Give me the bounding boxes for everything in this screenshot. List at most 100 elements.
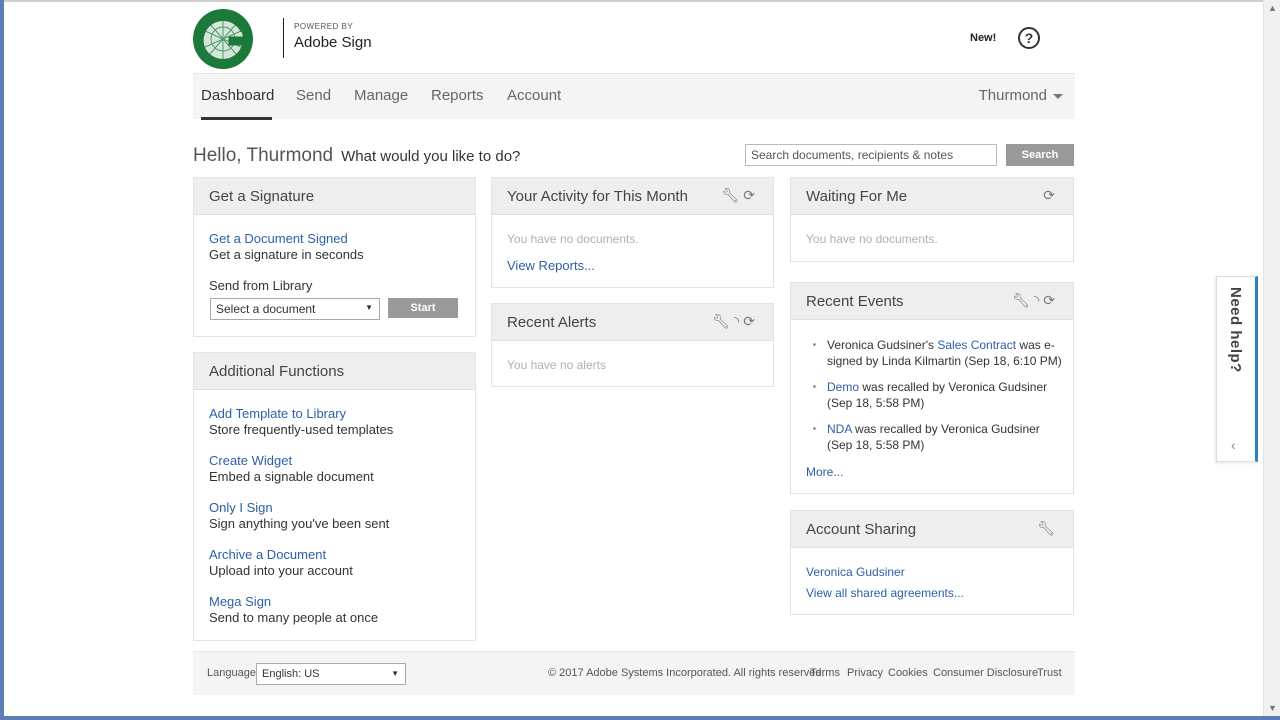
language-value: English: US (262, 668, 320, 680)
wrench-icon[interactable]: 🔧︎ (1037, 520, 1059, 537)
event-document-link[interactable]: Demo (827, 380, 859, 394)
waiting-empty-text: You have no documents. (806, 232, 938, 246)
nav-account[interactable]: Account (507, 87, 561, 104)
active-tab-indicator (201, 117, 272, 120)
view-reports-link[interactable]: View Reports... (507, 258, 595, 273)
list-item: NDA was recalled by Veronica Gudsiner (S… (813, 421, 1063, 453)
only-i-sign-desc: Sign anything you've been sent (209, 516, 390, 531)
greeting-hello: Hello, Thurmond (193, 145, 334, 166)
archive-document-link[interactable]: Archive a Document (209, 547, 326, 562)
alerts-panel: Recent Alerts 🔧︎◝⟳ You have no alerts (491, 303, 774, 387)
alerts-empty-text: You have no alerts (507, 358, 606, 372)
refresh-icon[interactable]: ⟳ (1043, 187, 1059, 204)
nav-dashboard[interactable]: Dashboard (201, 87, 274, 104)
greeting-row: Hello, Thurmond What would you like to do… (193, 145, 520, 167)
panel-title: Account Sharing (806, 521, 917, 538)
panel-header: Additional Functions (194, 353, 475, 390)
panel-header: Recent Events 🔧︎◝⟳ (791, 283, 1073, 320)
need-help-label: Need help? (1227, 287, 1244, 373)
panel-header: Account Sharing 🔧︎ (791, 511, 1073, 548)
vertical-scrollbar[interactable]: ▲ ▼ (1263, 0, 1280, 716)
panel-icons: 🔧︎◝⟳ (712, 313, 759, 330)
brand-logo[interactable] (193, 9, 253, 69)
panel-title: Recent Alerts (507, 314, 597, 331)
wrench-icon[interactable]: 🔧︎ (712, 313, 734, 330)
header: POWERED BY Adobe Sign New! ? (193, 6, 1075, 72)
panel-title: Additional Functions (209, 363, 345, 380)
panel-icons: 🔧︎⟳ (721, 187, 759, 204)
get-signature-panel: Get a Signature Get a Document Signed Ge… (193, 177, 476, 337)
event-document-link[interactable]: Sales Contract (937, 338, 1016, 352)
panel-header: Waiting For Me ⟳ (791, 178, 1073, 215)
create-widget-link[interactable]: Create Widget (209, 453, 292, 468)
chevron-down-icon (1053, 93, 1063, 99)
only-i-sign-link[interactable]: Only I Sign (209, 500, 273, 515)
view-shared-agreements-link[interactable]: View all shared agreements... (806, 586, 964, 600)
get-document-signed-link[interactable]: Get a Document Signed (209, 231, 348, 246)
event-document-link[interactable]: NDA (827, 422, 852, 436)
panel-title: Get a Signature (209, 188, 315, 205)
copyright-text: © 2017 Adobe Systems Incorporated. All r… (548, 667, 825, 679)
archive-document-desc: Upload into your account (209, 563, 353, 578)
refresh-icon[interactable]: ⟳ (743, 313, 759, 330)
scroll-up-icon[interactable]: ▲ (1264, 0, 1280, 16)
footer-link-trust[interactable]: Trust (1037, 667, 1062, 679)
footer-link-terms[interactable]: Terms (810, 667, 840, 679)
mega-sign-link[interactable]: Mega Sign (209, 594, 271, 609)
shared-user-link[interactable]: Veronica Gudsiner (806, 565, 905, 579)
rss-icon[interactable]: ◝ (734, 313, 743, 330)
panel-title: Your Activity for This Month (507, 188, 688, 205)
nav-send[interactable]: Send (296, 87, 331, 104)
nav-reports[interactable]: Reports (431, 87, 484, 104)
waiting-panel: Waiting For Me ⟳ You have no documents. (790, 177, 1074, 262)
additional-functions-panel: Additional Functions Add Template to Lib… (193, 352, 476, 641)
wrench-icon[interactable]: 🔧︎ (1012, 292, 1034, 309)
more-events-link[interactable]: More... (806, 465, 843, 479)
footer-link-consumer-disclosure[interactable]: Consumer Disclosure (933, 667, 1038, 679)
brand-name: Adobe Sign (294, 34, 372, 51)
rss-icon[interactable]: ◝ (1034, 292, 1043, 309)
refresh-icon[interactable]: ⟳ (743, 187, 759, 204)
new-features-link[interactable]: New! (970, 32, 996, 44)
mega-sign-desc: Send to many people at once (209, 610, 379, 625)
powered-by-block: POWERED BY Adobe Sign (283, 18, 372, 58)
language-label: Language (207, 667, 256, 679)
library-document-select[interactable]: Select a document ▼ (210, 298, 380, 320)
user-name: Thurmond (978, 87, 1047, 104)
account-sharing-panel: Account Sharing 🔧︎ Veronica Gudsiner Vie… (790, 510, 1074, 615)
chevron-left-icon[interactable]: ‹ (1231, 437, 1236, 453)
activity-panel: Your Activity for This Month 🔧︎⟳ You hav… (491, 177, 774, 288)
start-button[interactable]: Start (388, 298, 458, 318)
panel-icons: ⟳ (1043, 187, 1059, 204)
footer: Language English: US ▼ © 2017 Adobe Syst… (193, 651, 1075, 695)
main-nav: Dashboard Send Manage Reports Account Th… (193, 73, 1075, 120)
footer-link-cookies[interactable]: Cookies (888, 667, 928, 679)
dropdown-arrow-icon: ▼ (391, 669, 399, 678)
user-menu[interactable]: Thurmond (979, 87, 1063, 104)
panel-title: Recent Events (806, 293, 904, 310)
events-panel: Recent Events 🔧︎◝⟳ Veronica Gudsiner's S… (790, 282, 1074, 494)
search-button[interactable]: Search (1006, 144, 1074, 166)
help-icon[interactable]: ? (1018, 27, 1040, 49)
search-input[interactable] (745, 144, 997, 166)
panel-header: Your Activity for This Month 🔧︎⟳ (492, 178, 773, 215)
add-template-link[interactable]: Add Template to Library (209, 406, 346, 421)
window-bottom-border (0, 716, 1280, 720)
add-template-desc: Store frequently-used templates (209, 422, 394, 437)
language-select[interactable]: English: US ▼ (256, 663, 406, 685)
panel-header: Recent Alerts 🔧︎◝⟳ (492, 304, 773, 341)
send-from-library-label: Send from Library (209, 278, 313, 293)
refresh-icon[interactable]: ⟳ (1043, 292, 1059, 309)
scroll-down-icon[interactable]: ▼ (1264, 700, 1280, 716)
panel-title: Waiting For Me (806, 188, 908, 205)
activity-empty-text: You have no documents. (507, 232, 639, 246)
footer-link-privacy[interactable]: Privacy (847, 667, 883, 679)
logo-g-icon (198, 16, 248, 65)
need-help-tab[interactable]: Need help? ‹ (1216, 276, 1258, 462)
get-document-signed-desc: Get a signature in seconds (209, 247, 364, 262)
window-left-border (0, 0, 4, 720)
dropdown-arrow-icon: ▼ (365, 303, 373, 312)
wrench-icon[interactable]: 🔧︎ (721, 187, 743, 204)
panel-icons: 🔧︎ (1037, 520, 1059, 537)
nav-manage[interactable]: Manage (354, 87, 408, 104)
